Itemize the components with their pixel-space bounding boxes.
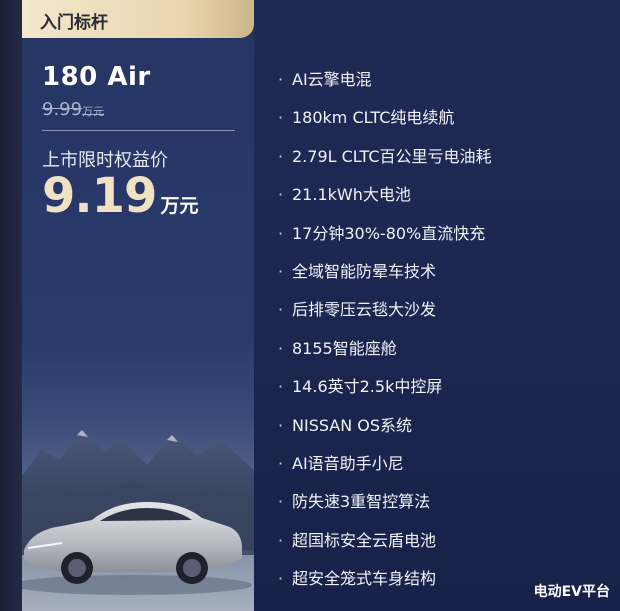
launch-price-unit: 万元 [160, 195, 199, 217]
bullet-icon: · [278, 454, 284, 473]
feature-label: 全域智能防晕车技术 [292, 262, 437, 281]
feature-item: · 17分钟30%-80%直流快充 [278, 220, 485, 244]
bullet-icon: · [278, 530, 284, 550]
feature-item: · NISSAN OS系统 [278, 412, 412, 436]
trim-tag-label: 入门标杆 [40, 13, 108, 33]
feature-item: · AI语音助手小尼 [278, 450, 404, 474]
car-scene-image [22, 380, 254, 611]
bullet-icon: · [278, 185, 284, 205]
launch-price: 9.19 万元 [42, 168, 198, 224]
bullet-icon: · [278, 377, 284, 397]
feature-label: 2.79L CLTC百公里亏电油耗 [292, 146, 492, 166]
bullet-icon: · [278, 108, 284, 128]
feature-item: · AI云擎电混 [278, 66, 372, 90]
feature-item: · 超安全笼式车身结构 [278, 565, 436, 589]
feature-item: · 全域智能防晕车技术 [278, 258, 436, 282]
feature-label: 超国标安全云盾电池 [292, 530, 437, 550]
feature-label: NISSAN OS系统 [292, 415, 413, 435]
bullet-icon: · [278, 338, 284, 358]
original-price-value: 9.99 [42, 99, 83, 120]
feature-label: 后排零压云毯大沙发 [292, 300, 437, 320]
feature-label: 防失速3重智控算法 [292, 492, 431, 512]
feature-item: · 8155智能座舱 [278, 335, 397, 359]
original-price: 9.99万元 [42, 99, 104, 120]
feature-item: · 180km CLTC纯电续航 [278, 104, 454, 128]
bullet-icon: · [278, 492, 284, 512]
feature-label: 14.6英寸2.5k中控屏 [292, 377, 443, 397]
model-name: 180 Air [42, 62, 151, 92]
bullet-icon: · [278, 146, 284, 166]
feature-label: 17分钟30%-80%直流快充 [292, 223, 486, 243]
feature-item: · 2.79L CLTC百公里亏电油耗 [278, 143, 492, 167]
feature-item: · 21.1kWh大电池 [278, 181, 411, 205]
bullet-icon: · [278, 70, 284, 89]
original-price-unit: 万元 [82, 105, 105, 118]
watermark: 电动EV平台 [533, 584, 610, 600]
bullet-icon: · [278, 300, 284, 320]
trim-tag: 入门标杆 [22, 0, 254, 38]
feature-list: · AI云擎电混 · 180km CLTC纯电续航 · 2.79L CLTC百公里亏电油耗… [254, 0, 620, 611]
left-edge-panel [0, 0, 22, 611]
feature-item: · 防失速3重智控算法 [278, 488, 430, 512]
divider [42, 130, 235, 131]
feature-item: · 后排零压云毯大沙发 [278, 296, 436, 320]
feature-label: AI语音助手小尼 [292, 454, 404, 473]
bullet-icon: · [278, 262, 284, 281]
feature-item: · 超国标安全云盾电池 [278, 527, 436, 551]
bullet-icon: · [278, 415, 284, 435]
feature-label: 180km CLTC纯电续航 [292, 108, 455, 128]
feature-label: 超安全笼式车身结构 [292, 569, 437, 589]
feature-label: 8155智能座舱 [292, 338, 397, 358]
feature-item: · 14.6英寸2.5k中控屏 [278, 373, 442, 397]
bullet-icon: · [278, 223, 284, 243]
bullet-icon: · [278, 569, 284, 589]
feature-label: 21.1kWh大电池 [292, 185, 411, 205]
feature-label: AI云擎电混 [292, 70, 372, 89]
price-card: 入门标杆 180 Air 9.99万元 上市限时权益价 9.19 万元 [22, 0, 254, 611]
launch-price-value: 9.19 [42, 168, 157, 224]
